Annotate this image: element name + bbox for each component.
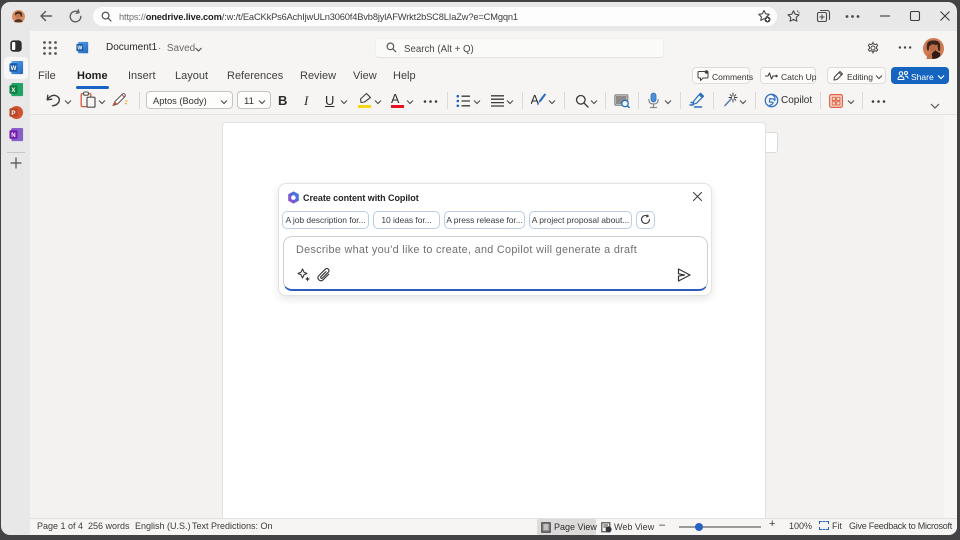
svg-text:X: X (11, 87, 15, 94)
svg-text:N: N (11, 132, 15, 139)
svg-text:W: W (77, 46, 82, 52)
svg-text:W: W (11, 65, 17, 72)
svg-text:P: P (11, 110, 15, 117)
